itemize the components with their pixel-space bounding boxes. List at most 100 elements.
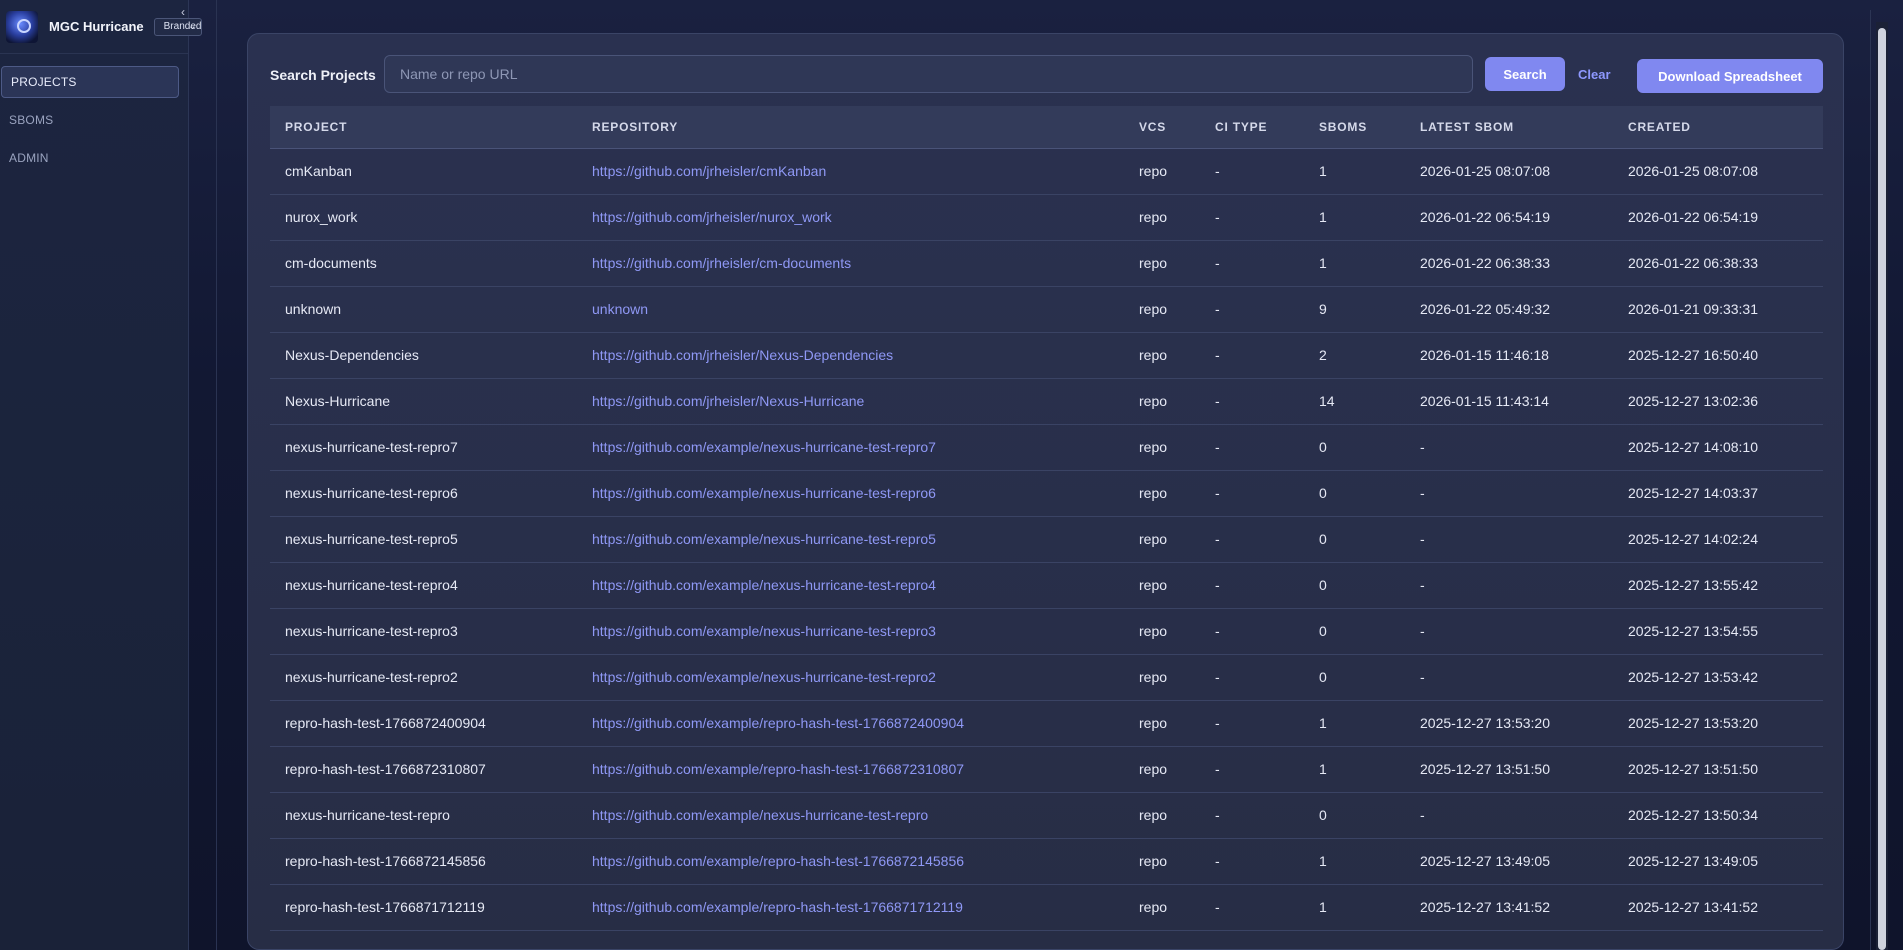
ci-type-cell: - (1215, 163, 1220, 179)
repository-link[interactable]: https://github.com/jrheisler/nurox_work (577, 194, 1124, 240)
vcs-cell: repo (1139, 531, 1168, 547)
table-row[interactable]: nexus-hurricane-test-repro3 https://githu… (270, 608, 1823, 654)
repository-link[interactable]: https://github.com/jrheisler/cmKanban (577, 148, 1124, 194)
table-row[interactable]: nurox_work https://github.com/jrheisler/n… (270, 194, 1823, 240)
table-row[interactable]: nexus-hurricane-test-repro2 https://githu… (270, 654, 1823, 700)
table-row[interactable]: nexus-hurricane-test-repro6 https://githu… (270, 470, 1823, 516)
table-row[interactable]: nexus-hurricane-test-repro7 https://githu… (270, 424, 1823, 470)
table-row[interactable]: Nexus-Hurricane https://github.com/jrheis… (270, 378, 1823, 424)
table-row[interactable]: unknown unknown repo - 9 2026-01-22 05:49:32 2… (270, 286, 1823, 332)
sboms-count-cell: 1 (1319, 761, 1327, 777)
download-spreadsheet-button[interactable]: Download Spreadsheet (1637, 59, 1823, 93)
sidebar-item-admin[interactable]: ADMIN (0, 142, 179, 174)
ci-type-cell: - (1215, 577, 1220, 593)
repository-link[interactable]: https://github.com/example/repro-hash-te… (577, 838, 1124, 884)
table-row[interactable]: cmKanban https://github.com/jrheisler/cmK… (270, 148, 1823, 194)
repository-link[interactable]: unknown (577, 286, 1124, 332)
repository-link[interactable]: https://github.com/example/repro-hash-te… (577, 700, 1124, 746)
project-cell: Nexus-Dependencies (285, 347, 419, 363)
sidebar-item-label: ADMIN (9, 151, 49, 165)
table-row[interactable]: repro-hash-test-1766872310807 https://git… (270, 746, 1823, 792)
table-header: PROJECT REPOSITORY VCS CI TYPE SBOMS LAT… (270, 106, 1823, 149)
repository-link[interactable]: https://github.com/example/nexus-hurrica… (577, 792, 1124, 838)
table-row[interactable]: cm-documents https://github.com/jrheisler… (270, 240, 1823, 286)
latest-sbom-cell: 2025-12-27 13:51:50 (1420, 761, 1550, 777)
projects-table-wrapper: PROJECT REPOSITORY VCS CI TYPE SBOMS LAT… (270, 106, 1823, 931)
created-cell: 2025-12-27 13:54:55 (1628, 623, 1758, 639)
repository-link[interactable]: https://github.com/example/nexus-hurrica… (577, 516, 1124, 562)
search-button[interactable]: Search (1485, 57, 1565, 91)
column-header-project[interactable]: PROJECT (270, 106, 577, 149)
created-cell: 2025-12-27 16:50:40 (1628, 347, 1758, 363)
table-row[interactable]: repro-hash-test-1766871712119 https://git… (270, 884, 1823, 930)
created-cell: 2026-01-22 06:38:33 (1628, 255, 1758, 271)
created-cell: 2026-01-21 09:33:31 (1628, 301, 1758, 317)
vcs-cell: repo (1139, 807, 1168, 823)
table-row[interactable]: Nexus-Dependencies https://github.com/jrh… (270, 332, 1823, 378)
created-cell: 2026-01-25 08:07:08 (1628, 163, 1758, 179)
sboms-count-cell: 9 (1319, 301, 1327, 317)
repository-link[interactable]: https://github.com/jrheisler/cm-document… (577, 240, 1124, 286)
table-row[interactable]: nexus-hurricane-test-repro4 https://githu… (270, 562, 1823, 608)
column-header-repository[interactable]: REPOSITORY (577, 106, 1124, 149)
project-cell: repro-hash-test-1766872310807 (285, 761, 486, 777)
vcs-cell: repo (1139, 255, 1168, 271)
ci-type-cell: - (1215, 301, 1220, 317)
project-cell: cmKanban (285, 163, 352, 179)
column-header-sboms[interactable]: SBOMS (1304, 106, 1405, 149)
vcs-cell: repo (1139, 209, 1168, 225)
latest-sbom-cell: - (1420, 669, 1425, 685)
scrollbar-thumb[interactable] (1878, 28, 1886, 950)
latest-sbom-cell: 2025-12-27 13:53:20 (1420, 715, 1550, 731)
project-cell: nexus-hurricane-test-repro5 (285, 531, 458, 547)
column-header-latest-sbom[interactable]: LATEST SBOM (1405, 106, 1613, 149)
column-header-ci-type[interactable]: CI TYPE (1200, 106, 1304, 149)
sboms-count-cell: 0 (1319, 577, 1327, 593)
vcs-cell: repo (1139, 393, 1168, 409)
sboms-count-cell: 1 (1319, 899, 1327, 915)
chevron-down-icon: ⌄ (188, 20, 197, 32)
repository-link[interactable]: https://github.com/jrheisler/Nexus-Hurri… (577, 378, 1124, 424)
repository-link[interactable]: https://github.com/example/nexus-hurrica… (577, 654, 1124, 700)
sboms-count-cell: 1 (1319, 715, 1327, 731)
repository-link[interactable]: https://github.com/example/nexus-hurrica… (577, 470, 1124, 516)
created-cell: 2025-12-27 13:51:50 (1628, 761, 1758, 777)
latest-sbom-cell: - (1420, 531, 1425, 547)
collapse-sidebar-icon[interactable]: ‹ (176, 3, 190, 21)
repository-link[interactable]: https://github.com/example/repro-hash-te… (577, 746, 1124, 792)
project-cell: nurox_work (285, 209, 358, 225)
latest-sbom-cell: - (1420, 439, 1425, 455)
created-cell: 2025-12-27 13:50:34 (1628, 807, 1758, 823)
repository-link[interactable]: https://github.com/example/nexus-hurrica… (577, 562, 1124, 608)
table-row[interactable]: repro-hash-test-1766872400904 https://git… (270, 700, 1823, 746)
table-row[interactable]: nexus-hurricane-test-repro5 https://githu… (270, 516, 1823, 562)
search-bar: Search Projects Search Clear Download Sp… (248, 34, 1843, 108)
sboms-count-cell: 0 (1319, 623, 1327, 639)
search-input[interactable] (384, 55, 1473, 93)
vcs-cell: repo (1139, 853, 1168, 869)
table-row[interactable]: repro-hash-test-1766872145856 https://git… (270, 838, 1823, 884)
latest-sbom-cell: 2026-01-15 11:46:18 (1420, 347, 1549, 363)
project-cell: nexus-hurricane-test-repro7 (285, 439, 458, 455)
clear-link[interactable]: Clear (1578, 67, 1611, 82)
project-cell: nexus-hurricane-test-repro (285, 807, 450, 823)
projects-card: Search Projects Search Clear Download Sp… (247, 33, 1844, 950)
ci-type-cell: - (1215, 899, 1220, 915)
page-scrollbar[interactable] (1876, 22, 1888, 950)
sboms-count-cell: 1 (1319, 209, 1327, 225)
sidebar-item-projects[interactable]: PROJECTS (1, 66, 179, 98)
repository-link[interactable]: https://github.com/example/nexus-hurrica… (577, 608, 1124, 654)
sboms-count-cell: 0 (1319, 669, 1327, 685)
project-cell: nexus-hurricane-test-repro3 (285, 623, 458, 639)
ci-type-cell: - (1215, 347, 1220, 363)
column-header-created[interactable]: CREATED (1613, 106, 1823, 149)
table-row[interactable]: nexus-hurricane-test-repro https://github… (270, 792, 1823, 838)
repository-link[interactable]: https://github.com/example/nexus-hurrica… (577, 424, 1124, 470)
column-header-vcs[interactable]: VCS (1124, 106, 1200, 149)
repository-link[interactable]: https://github.com/example/repro-hash-te… (577, 884, 1124, 930)
repository-link[interactable]: https://github.com/jrheisler/Nexus-Depen… (577, 332, 1124, 378)
created-cell: 2025-12-27 13:53:42 (1628, 669, 1758, 685)
project-cell: repro-hash-test-1766872400904 (285, 715, 486, 731)
created-cell: 2025-12-27 14:08:10 (1628, 439, 1758, 455)
sidebar-item-sboms[interactable]: SBOMS (0, 104, 179, 136)
